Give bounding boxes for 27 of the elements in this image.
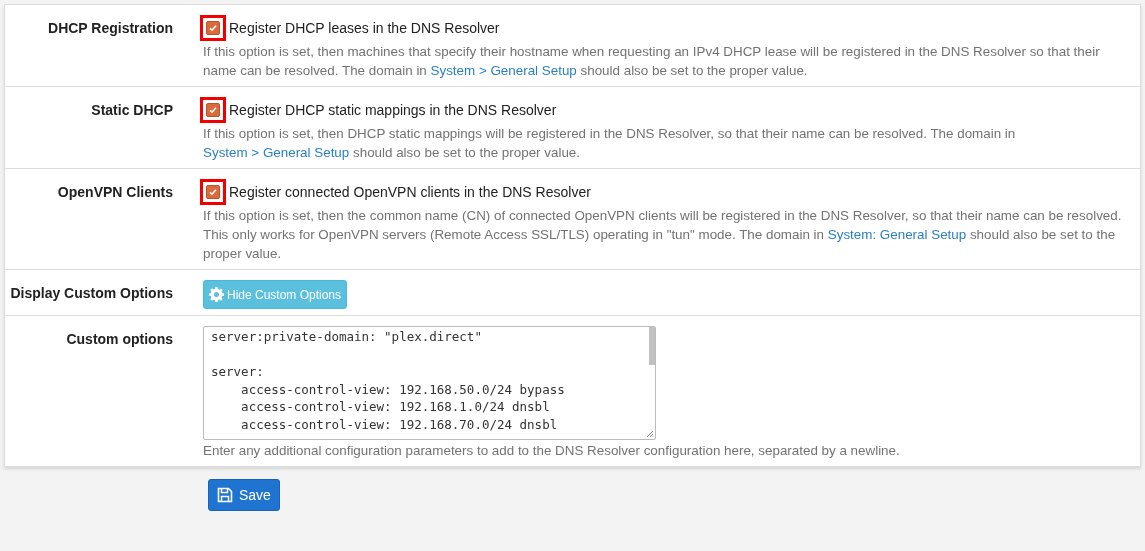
help-text: If this option is set, then the common name (CN) of connected OpenVPN clients will be registered in the DNS Resolver, so that their name can be resolved. This only works for OpenVPN servers (Remote Access SSL/TLS) operating in "tun" mode. The domain in System: General Setup should also be set to the proper value. bbox=[203, 207, 1123, 263]
check-icon bbox=[208, 105, 218, 115]
field-label: OpenVPN Clients bbox=[57, 184, 173, 200]
save-button[interactable]: Save bbox=[208, 479, 280, 511]
field-label: Custom options bbox=[66, 331, 173, 347]
settings-link[interactable]: System: General Setup bbox=[827, 227, 967, 242]
checkbox[interactable] bbox=[206, 103, 220, 117]
checkbox-label: Register DHCP leases in the DNS Resolver bbox=[229, 20, 500, 36]
help-text: Enter any additional configuration parameters to add to the DNS Resolver configuration here, separated by a newline. bbox=[203, 442, 901, 460]
field-label: Display Custom Options bbox=[10, 285, 173, 301]
scrollbar-thumb[interactable] bbox=[649, 327, 655, 365]
check-icon bbox=[208, 187, 218, 197]
settings-link[interactable]: System > General Setup bbox=[203, 145, 350, 160]
help-text: If this option is set, then machines that specify their hostname when requesting an IPv4 DHCP lease will be registered in the DNS Resolver so that their name can be resolved. The domain in System > General Setup should also be set to the proper value. bbox=[203, 43, 1101, 80]
checkbox-label: Register connected OpenVPN clients in the DNS Resolver bbox=[229, 184, 591, 200]
checkbox-label: Register DHCP static mappings in the DNS Resolver bbox=[229, 102, 557, 118]
gear-icon bbox=[209, 287, 224, 302]
resize-grip-icon[interactable] bbox=[646, 430, 654, 438]
checkbox[interactable] bbox=[206, 185, 220, 199]
help-text: If this option is set, then DHCP static mappings will be registered in the DNS Resolver, so that their name can be resolved. The domain in System > General Setup should also be set to the proper value. bbox=[203, 125, 1017, 162]
field-label: Static DHCP bbox=[91, 102, 173, 118]
field-label: DHCP Registration bbox=[48, 20, 173, 36]
settings-link[interactable]: System > General Setup bbox=[430, 63, 577, 78]
floppy-disk-icon bbox=[217, 487, 233, 503]
checkbox[interactable] bbox=[206, 21, 220, 35]
custom-options-field[interactable]: server:private-domain: "plex.direct" server: access-control-view: 192.168.50.0/24 bypass access-control-view: 192.168.1.0/24 dnsbl access-control-view: 192.168.70.0/24 dnsbl bbox=[203, 326, 656, 440]
check-icon bbox=[208, 23, 218, 33]
